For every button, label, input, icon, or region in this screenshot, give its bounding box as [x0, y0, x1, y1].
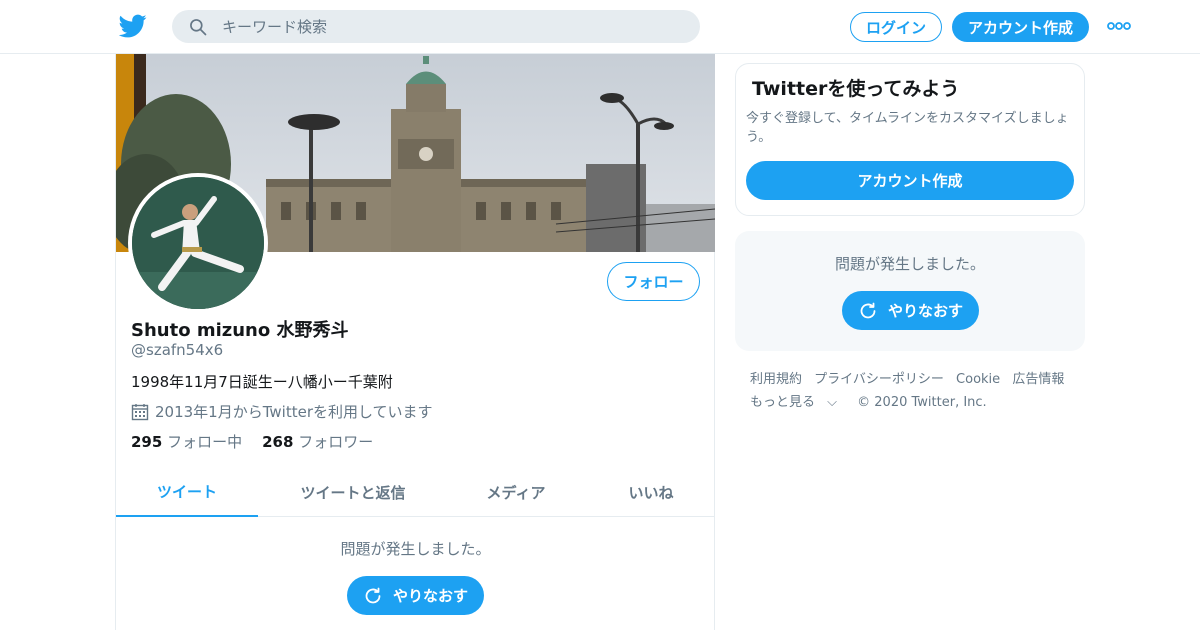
followers-count: 268 — [262, 433, 294, 451]
tab-media[interactable]: メディア — [466, 467, 566, 517]
signup-button[interactable]: アカウント作成 — [952, 12, 1089, 42]
chevron-down-icon: ⌵ — [827, 395, 838, 410]
calendar-icon — [131, 403, 149, 420]
signup-card-button[interactable]: アカウント作成 — [746, 161, 1074, 200]
sidebar-error-message: 問題が発生しました。 — [834, 255, 985, 273]
profile-display-name: Shuto mizuno 水野秀斗 — [131, 320, 349, 341]
sidebar-error-box: 問題が発生しました。 やりなおす — [735, 231, 1085, 351]
twitter-bird-icon[interactable] — [119, 12, 147, 40]
profile-stats: 295 フォロー中 268 フォロワー — [131, 431, 393, 452]
tab-tweets-and-replies[interactable]: ツイートと返信 — [278, 467, 428, 517]
timeline-retry-label: やりなおす — [392, 587, 468, 605]
following-label: フォロー中 — [167, 433, 243, 451]
signup-card-title: Twitterを使ってみよう — [752, 78, 960, 100]
footer-link-privacy[interactable]: プライバシーポリシー — [814, 372, 944, 387]
more-dots-icon[interactable] — [1106, 17, 1132, 35]
top-navigation-bar: ログイン アカウント作成 — [0, 0, 1200, 54]
footer-link-ads-info[interactable]: 広告情報 — [1012, 372, 1064, 387]
timeline-error-message: 問題が発生しました。 — [340, 540, 491, 558]
footer-link-terms[interactable]: 利用規約 — [750, 372, 802, 387]
tab-tweets[interactable]: ツイート — [116, 467, 258, 517]
refresh-icon — [860, 302, 876, 318]
profile-handle[interactable]: @szafn54x6 — [131, 341, 223, 359]
timeline-retry-button[interactable]: やりなおす — [347, 576, 484, 615]
refresh-icon — [365, 587, 381, 603]
search-bar — [172, 10, 700, 43]
sidebar-retry-button[interactable]: やりなおす — [842, 291, 979, 330]
signup-card: Twitterを使ってみよう 今すぐ登録して、タイムラインをカスタマイズしましょ… — [735, 63, 1085, 216]
following-count: 295 — [131, 433, 163, 451]
profile-column: フォロー Shuto mizuno 水野秀斗 @szafn54x6 1998年1… — [115, 54, 715, 630]
followers-stat[interactable]: 268 フォロワー — [262, 431, 373, 452]
following-stat[interactable]: 295 フォロー中 — [131, 431, 242, 452]
profile-joined-date: 2013年1月からTwitterを利用しています — [131, 401, 433, 422]
footer-more-label: もっと見る — [750, 395, 816, 410]
profile-bio: 1998年11月7日誕生ー八幡小ー千葉附 — [131, 373, 393, 391]
profile-avatar[interactable] — [128, 173, 268, 313]
footer-link-cookie[interactable]: Cookie — [956, 372, 1000, 387]
sidebar-retry-label: やりなおす — [887, 302, 963, 320]
sidebar-footer: 利用規約 プライバシーポリシー Cookie 広告情報 もっと見る ⌵ © 20… — [750, 368, 1080, 414]
footer-copyright: © 2020 Twitter, Inc. — [857, 395, 987, 410]
followers-label: フォロワー — [298, 433, 374, 451]
login-button[interactable]: ログイン — [850, 12, 942, 42]
joined-text: 2013年1月からTwitterを利用しています — [155, 403, 433, 421]
profile-tabs: ツイート ツイートと返信 メディア いいね — [116, 467, 715, 517]
tab-likes[interactable]: いいね — [606, 467, 696, 517]
follow-button[interactable]: フォロー — [607, 262, 700, 301]
signup-card-text: 今すぐ登録して、タイムラインをカスタマイズしましょう。 — [746, 111, 1069, 145]
search-icon — [190, 19, 207, 36]
footer-more-link[interactable]: もっと見る ⌵ — [750, 395, 845, 410]
search-input[interactable] — [222, 10, 682, 43]
